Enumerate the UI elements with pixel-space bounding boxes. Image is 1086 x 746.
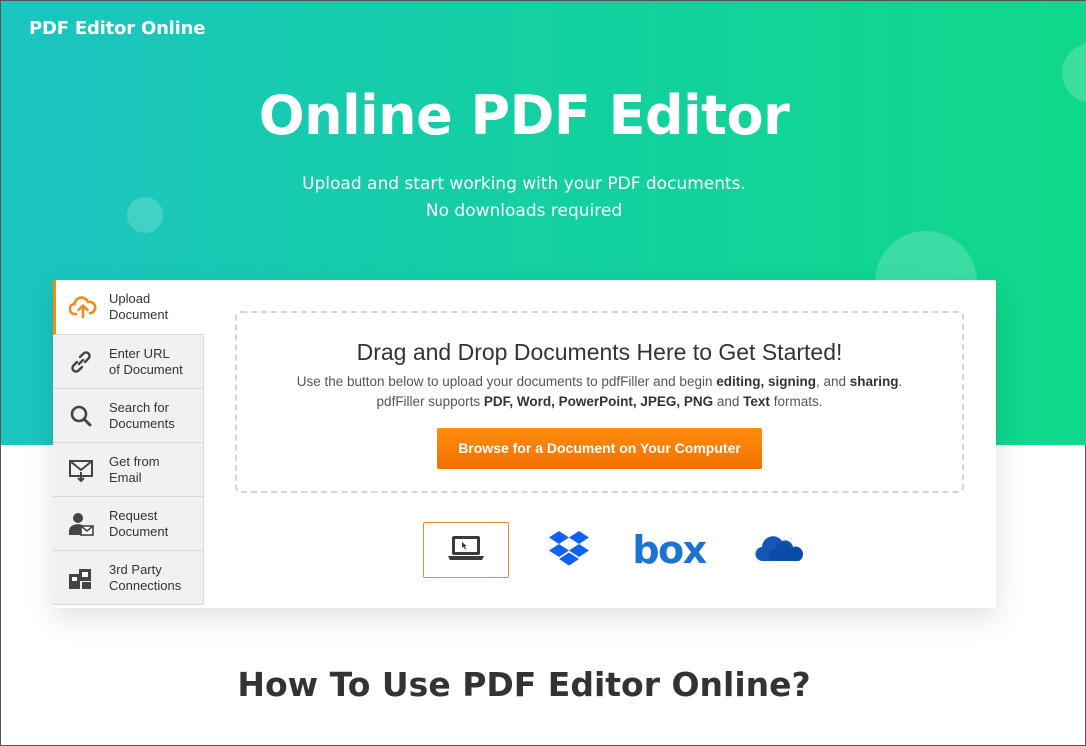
request-user-icon <box>53 511 109 537</box>
sidebar-label-line2: Connections <box>109 577 182 593</box>
sidebar-item-label: Search for Documents <box>109 400 199 432</box>
dropzone-description: Use the button below to upload your docu… <box>237 372 962 412</box>
onedrive-icon <box>754 532 806 569</box>
sidebar-item-label: Enter URL of Document <box>109 346 199 378</box>
sidebar-item-3rd-party-connections[interactable]: 3rd Party Connections <box>53 551 204 605</box>
sidebar-item-label: Request Document <box>109 508 199 540</box>
text-bold: Text <box>743 394 770 409</box>
browse-document-button[interactable]: Browse for a Document on Your Computer <box>437 428 762 469</box>
sidebar-item-enter-url[interactable]: Enter URL of Document <box>53 335 204 389</box>
email-icon <box>53 457 109 483</box>
dropzone-line1: Use the button below to upload your docu… <box>237 372 962 392</box>
text-bold: PDF, Word, PowerPoint, JPEG, PNG <box>483 394 714 409</box>
decor-bubble <box>1062 43 1086 103</box>
dropzone-title: Drag and Drop Documents Here to Get Star… <box>356 339 843 365</box>
sidebar-label-line2: Document <box>109 307 169 322</box>
sidebar-label-line1: 3rd Party <box>109 561 162 577</box>
sidebar-item-label: Get from Email <box>109 454 199 486</box>
sidebar-label-line2: Documents <box>109 415 175 431</box>
dropzone-line2: pdfFiller supports PDF, Word, PowerPoint… <box>237 392 962 412</box>
sidebar-label-line1: Search for <box>109 399 169 415</box>
upload-card: Upload Document Enter URL of Document Se… <box>53 280 996 608</box>
text-bold: sharing <box>849 374 899 389</box>
drag-drop-zone[interactable]: Drag and Drop Documents Here to Get Star… <box>235 311 964 493</box>
upload-sources: box <box>423 522 840 578</box>
sidebar-label-line1: Enter URL <box>109 345 170 361</box>
hero-subtitle-line2: No downloads required <box>425 201 623 221</box>
text-segment: , and <box>815 374 850 389</box>
source-dropbox[interactable] <box>526 522 612 578</box>
source-my-computer[interactable] <box>423 522 509 578</box>
source-box[interactable]: box <box>629 522 709 578</box>
box-icon: box <box>632 528 707 572</box>
text-segment: and <box>713 394 744 409</box>
text-segment: Use the button below to upload your docu… <box>296 374 717 389</box>
hero-subtitle-line1: Upload and start working with your PDF d… <box>302 174 746 194</box>
page-title: Online PDF Editor <box>258 84 790 147</box>
connections-icon <box>53 565 109 591</box>
sidebar-label-line1: Upload <box>109 291 151 306</box>
dropbox-icon <box>548 529 590 572</box>
sidebar-label-line2: Document <box>109 523 169 539</box>
sidebar-item-search-documents[interactable]: Search for Documents <box>53 389 204 443</box>
upload-sidebar: Upload Document Enter URL of Document Se… <box>53 280 204 605</box>
sidebar-item-upload-document[interactable]: Upload Document <box>53 280 204 335</box>
hero-subtitle: Upload and start working with your PDF d… <box>1 171 1047 225</box>
sidebar-label-line1: Request <box>109 507 158 523</box>
brand-logo[interactable]: PDF Editor Online <box>29 18 205 39</box>
text-bold: editing, <box>716 374 765 389</box>
sidebar-label-line1: Get from <box>109 453 160 469</box>
source-onedrive[interactable] <box>737 522 823 578</box>
link-icon <box>53 349 109 375</box>
sidebar-label-line2: of Document <box>109 361 183 377</box>
sidebar-item-label: Upload Document <box>109 291 199 323</box>
text-bold: signing <box>767 374 816 389</box>
sidebar-item-label: 3rd Party Connections <box>109 562 199 594</box>
sidebar-item-request-document[interactable]: Request Document <box>53 497 204 551</box>
text-segment: . <box>898 374 903 389</box>
text-segment: pdfFiller supports <box>376 394 484 409</box>
computer-icon <box>446 533 486 568</box>
sidebar-item-get-from-email[interactable]: Get from Email <box>53 443 204 497</box>
sidebar-label-line2: Email <box>109 469 142 485</box>
text-segment: formats. <box>769 394 823 409</box>
cloud-upload-icon <box>56 295 109 319</box>
section-heading: How To Use PDF Editor Online? <box>237 665 811 704</box>
search-icon <box>53 403 109 429</box>
